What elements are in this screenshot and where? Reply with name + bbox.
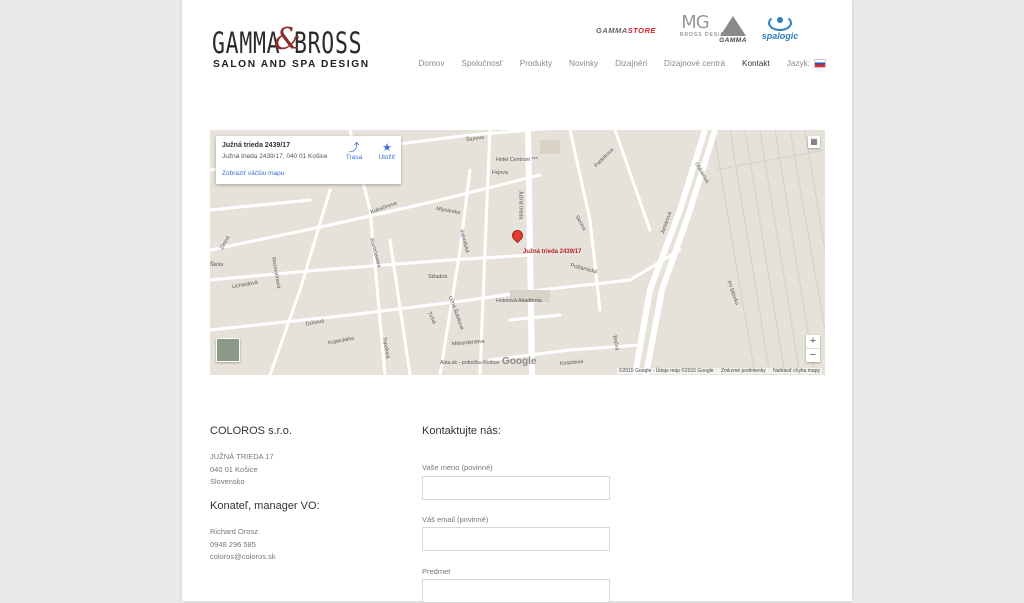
terms-link[interactable]: Zmluvné podmienky (721, 368, 766, 374)
logo-subtitle: SALON AND SPA DESIGN (213, 59, 370, 70)
company-address: JUŽNÁ TRIEDA 17 040 01 Košice Slovensko (210, 452, 274, 486)
gammastore-logo[interactable]: GAMMASTORE (596, 26, 656, 35)
subject-label: Predmet (422, 567, 451, 576)
page: GAMMA BROSS & SALON AND SPA DESIGN GAMMA… (182, 0, 852, 603)
fullscreen-icon[interactable]: ▦ (808, 136, 820, 148)
directions-icon: ⤴ (348, 142, 360, 154)
logo-ampersand: & (274, 22, 301, 57)
view-larger-map-link[interactable]: Zobraziť väčšiu mapu (222, 170, 284, 177)
nav-novinky[interactable]: Novinky (569, 59, 598, 68)
email-label: Váš email (povinné) (422, 515, 489, 524)
nav-language[interactable]: Jazyk: (787, 59, 826, 69)
manager-info: Richard Orosz 0948 296 585 coloros@color… (210, 526, 276, 564)
nav-spolocnost[interactable]: Spoločnosť (461, 59, 502, 68)
logo[interactable]: GAMMA BROSS & SALON AND SPA DESIGN (212, 22, 368, 72)
name-label: Vaše meno (povinné) (422, 463, 493, 472)
mg-bross-logo[interactable]: MG BROSS DESIGN (680, 14, 729, 39)
company-name: COLOROS s.r.o. (210, 425, 292, 437)
nav-dizajneri[interactable]: Dizajnéri (615, 59, 647, 68)
email-input[interactable] (422, 527, 610, 551)
marker-label: Južná trieda 2439/17 (523, 249, 582, 255)
star-icon: ★ (382, 142, 392, 154)
gamma-triangle-icon (720, 16, 746, 36)
google-logo: Google (502, 356, 537, 367)
zoom-out-button[interactable]: − (806, 348, 820, 362)
google-map[interactable]: Šturova Hotel Centrum *** Fejova Kukučín… (210, 130, 825, 375)
nav-produkty[interactable]: Produkty (520, 59, 552, 68)
main-nav: Domov Spoločnosť Produkty Novinky Dizajn… (401, 59, 826, 69)
subject-input[interactable] (422, 579, 610, 603)
infobox-address: Južná trieda 2439/17, 040 01 Košice (222, 153, 328, 160)
route-button[interactable]: ⤴ Trasa (340, 142, 368, 161)
contact-form-title: Kontaktujte nás: (422, 425, 501, 437)
manager-title: Konateľ, manager VO: (210, 500, 320, 512)
gamma-logo[interactable]: GAMMA (718, 16, 748, 44)
email-link[interactable]: coloros@coloros.sk (210, 551, 276, 564)
map-attribution: ©2015 Google - Údaje máp ©2015 Google Zm… (616, 368, 822, 374)
nav-domov[interactable]: Domov (418, 59, 444, 68)
map-infobox: Južná trieda 2439/17 Južná trieda 2439/1… (216, 136, 401, 184)
save-place-button[interactable]: ★ Uložiť (373, 142, 401, 161)
zoom-in-button[interactable]: + (806, 335, 820, 348)
spalogic-logo[interactable]: spalogic (760, 15, 800, 41)
infobox-title: Južná trieda 2439/17 (222, 142, 291, 149)
zoom-control: + − (806, 335, 820, 362)
satellite-toggle[interactable] (216, 338, 240, 362)
nav-dizajnove-centra[interactable]: Dizajnové centrá (664, 59, 725, 68)
report-error-link[interactable]: Nahlásiť chybu mapy (773, 368, 820, 374)
slovak-flag-icon (814, 59, 826, 69)
nav-kontakt[interactable]: Kontakt (742, 59, 770, 68)
partner-brands: GAMMASTORE MG BROSS DESIGN GAMMA spalogi… (594, 14, 844, 48)
name-input[interactable] (422, 476, 610, 500)
